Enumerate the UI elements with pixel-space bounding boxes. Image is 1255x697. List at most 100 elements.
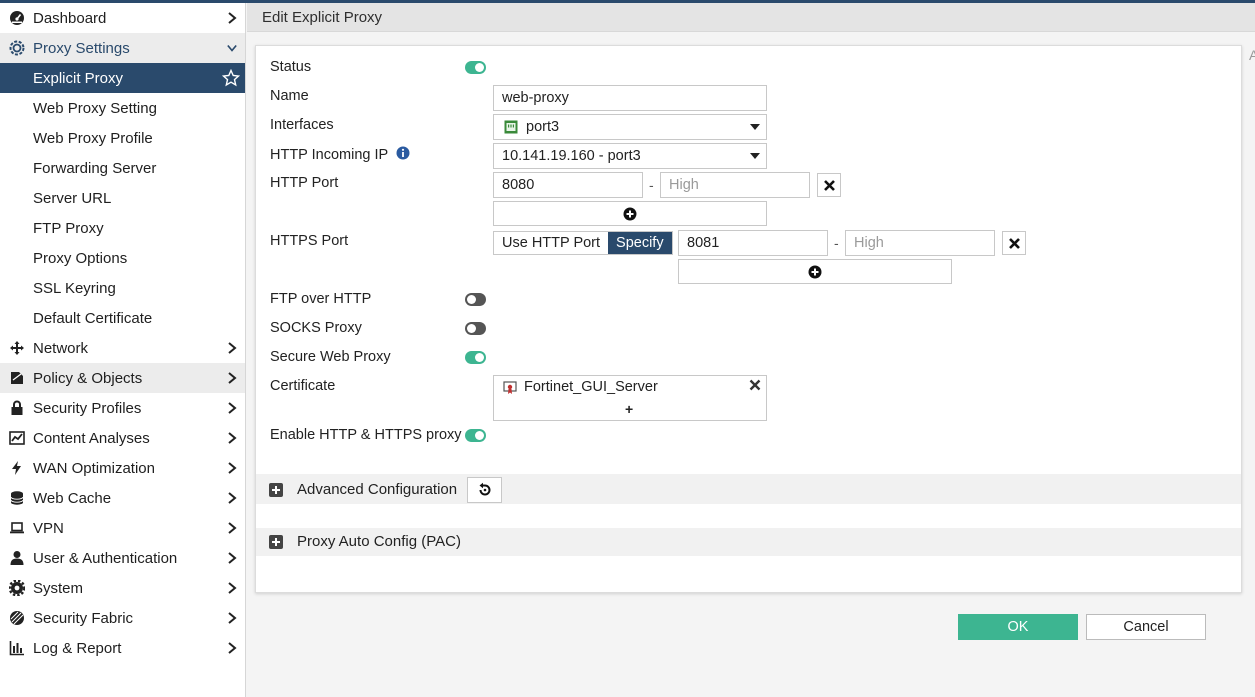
chevron-right-icon xyxy=(219,342,245,354)
http-port-input[interactable] xyxy=(493,172,643,198)
name-label: Name xyxy=(270,88,309,104)
sidebar-subitem-default-certificate[interactable]: Default Certificate xyxy=(0,303,245,333)
sidebar-item-security-fabric[interactable]: Security Fabric xyxy=(0,603,245,633)
chevron-right-icon xyxy=(219,402,245,414)
sidebar-item-system[interactable]: System xyxy=(0,573,245,603)
enable-http-https-label: Enable HTTP & HTTPS proxy xyxy=(270,427,462,443)
advanced-configuration-title: Advanced Configuration xyxy=(297,481,458,498)
sidebar-item-log-report[interactable]: Log & Report xyxy=(0,633,245,663)
close-icon xyxy=(823,179,835,191)
https-use-http-port-option[interactable]: Use HTTP Port xyxy=(494,232,609,254)
sidebar-item-label: Log & Report xyxy=(33,639,122,657)
sidebar-subitem-web-proxy-profile[interactable]: Web Proxy Profile xyxy=(0,123,245,153)
chevron-right-icon xyxy=(219,432,245,444)
chevron-right-icon xyxy=(219,612,245,624)
sidebar-item-label: VPN xyxy=(33,519,64,537)
gear-icon xyxy=(0,40,33,56)
sidebar-subitem-label: Explicit Proxy xyxy=(33,69,124,87)
bolt-icon xyxy=(0,460,33,476)
socks-proxy-toggle[interactable] xyxy=(465,322,486,335)
sidebar-item-label: Network xyxy=(33,339,89,357)
sidebar-item-label: Policy & Objects xyxy=(33,369,143,387)
close-icon[interactable] xyxy=(749,379,761,391)
caret-down-icon xyxy=(750,153,760,159)
sidebar-subitem-label: Web Proxy Setting xyxy=(33,99,157,117)
info-icon[interactable] xyxy=(396,146,410,160)
sidebar-item-label: User & Authentication xyxy=(33,549,178,567)
name-input[interactable] xyxy=(493,85,767,111)
pac-section[interactable]: Proxy Auto Config (PAC) xyxy=(256,528,1241,556)
chart-icon xyxy=(0,430,33,446)
certificate-value: Fortinet_GUI_Server xyxy=(524,379,658,395)
reset-advanced-button[interactable] xyxy=(467,477,502,503)
chevron-right-icon xyxy=(219,522,245,534)
sidebar-item-content-analyses[interactable]: Content Analyses xyxy=(0,423,245,453)
star-icon[interactable] xyxy=(222,69,240,87)
sidebar-item-label: Content Analyses xyxy=(33,429,150,447)
incoming-ip-label-text: HTTP Incoming IP xyxy=(270,147,388,163)
https-port-input[interactable] xyxy=(678,230,828,256)
cancel-button[interactable]: Cancel xyxy=(1086,614,1206,640)
lock-icon xyxy=(0,400,33,416)
interfaces-value: port3 xyxy=(526,119,560,135)
sidebar-subitem-label: Server URL xyxy=(33,189,112,207)
fabric-icon xyxy=(0,610,33,626)
range-dash: - xyxy=(834,235,839,251)
enable-http-https-toggle[interactable] xyxy=(465,429,486,442)
chevron-right-icon xyxy=(219,552,245,564)
sidebar-subitem-web-proxy-setting[interactable]: Web Proxy Setting xyxy=(0,93,245,123)
sidebar-item-web-cache[interactable]: Web Cache xyxy=(0,483,245,513)
undo-icon xyxy=(479,482,490,496)
interfaces-select[interactable]: port3 xyxy=(493,114,767,140)
http-port-remove-button[interactable] xyxy=(817,173,841,197)
sidebar-item-proxy-settings[interactable]: Proxy Settings xyxy=(0,33,245,63)
https-port-add-button[interactable] xyxy=(678,259,952,284)
certificate-field[interactable]: Fortinet_GUI_Server + xyxy=(493,375,767,421)
secure-web-proxy-toggle[interactable] xyxy=(465,351,486,364)
http-port-high-input[interactable] xyxy=(660,172,810,198)
range-dash: - xyxy=(649,177,654,193)
sidebar-item-security-profiles[interactable]: Security Profiles xyxy=(0,393,245,423)
plus-circle-icon xyxy=(808,265,822,278)
expand-icon[interactable] xyxy=(269,535,283,549)
plus-circle-icon xyxy=(623,207,637,220)
user-icon xyxy=(0,550,33,566)
sidebar-item-wan-optimization[interactable]: WAN Optimization xyxy=(0,453,245,483)
edit-form-panel: Status Name Interfaces port3 HTTP Incomi… xyxy=(255,45,1242,593)
sidebar-item-user-authentication[interactable]: User & Authentication xyxy=(0,543,245,573)
sidebar-subitem-forwarding-server[interactable]: Forwarding Server xyxy=(0,153,245,183)
certificate-label: Certificate xyxy=(270,378,336,394)
expand-icon[interactable] xyxy=(269,483,283,497)
edge-text: A xyxy=(1249,47,1255,63)
https-specify-option[interactable]: Specify xyxy=(608,232,672,254)
policy-icon xyxy=(0,370,33,386)
http-port-add-button[interactable] xyxy=(493,201,767,226)
incoming-ip-select[interactable]: 10.141.19.160 - port3 xyxy=(493,143,767,169)
https-port-remove-button[interactable] xyxy=(1002,231,1026,255)
sidebar-item-label: System xyxy=(33,579,84,597)
chevron-right-icon xyxy=(219,12,245,24)
sidebar-item-network[interactable]: Network xyxy=(0,333,245,363)
status-label: Status xyxy=(270,59,312,75)
status-toggle[interactable] xyxy=(465,61,486,74)
https-port-high-input[interactable] xyxy=(845,230,995,256)
sidebar-subitem-ftp-proxy[interactable]: FTP Proxy xyxy=(0,213,245,243)
certificate-add-button[interactable]: + xyxy=(625,401,633,417)
port-icon xyxy=(504,120,518,134)
sidebar-item-label: Web Cache xyxy=(33,489,112,507)
sidebar-item-policy-objects[interactable]: Policy & Objects xyxy=(0,363,245,393)
sidebar-subitem-server-url[interactable]: Server URL xyxy=(0,183,245,213)
ftp-over-http-toggle[interactable] xyxy=(465,293,486,306)
caret-down-icon xyxy=(750,124,760,130)
gear-icon xyxy=(0,580,33,596)
sidebar-item-dashboard[interactable]: Dashboard xyxy=(0,3,245,33)
sidebar-subitem-proxy-options[interactable]: Proxy Options xyxy=(0,243,245,273)
advanced-configuration-section[interactable]: Advanced Configuration xyxy=(256,474,1241,504)
sidebar-subitem-ssl-keyring[interactable]: SSL Keyring xyxy=(0,273,245,303)
sidebar-item-vpn[interactable]: VPN xyxy=(0,513,245,543)
sidebar-subitem-explicit-proxy[interactable]: Explicit Proxy xyxy=(0,63,245,93)
sidebar-subitem-label: Default Certificate xyxy=(33,309,153,327)
page-title: Edit Explicit Proxy xyxy=(247,3,1255,32)
ok-button[interactable]: OK xyxy=(958,614,1078,640)
https-port-label: HTTPS Port xyxy=(270,233,349,249)
